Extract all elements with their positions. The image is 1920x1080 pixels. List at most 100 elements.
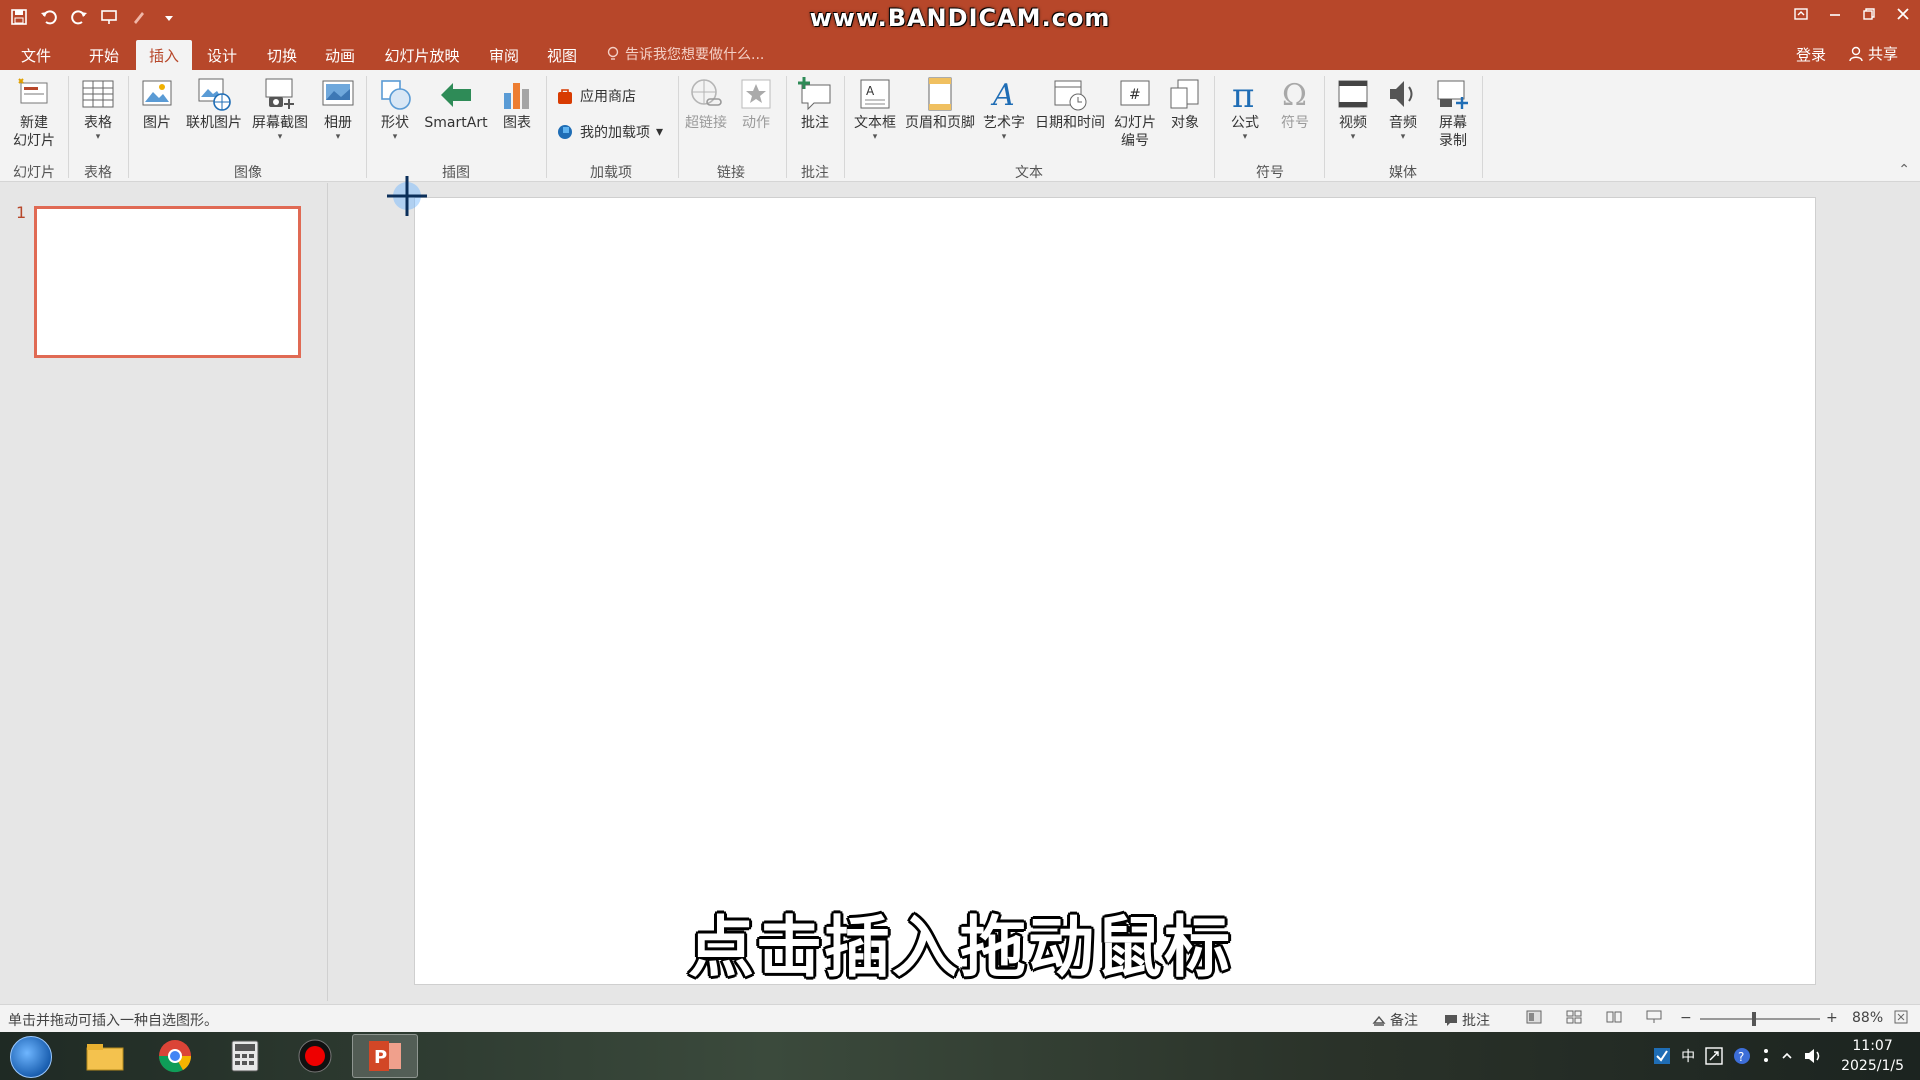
- screen-recording-button[interactable]: 屏幕 录制: [1432, 74, 1474, 150]
- explorer-icon[interactable]: [72, 1034, 138, 1078]
- screen-rec-label-2: 录制: [1439, 133, 1467, 149]
- zoom-slider-thumb[interactable]: [1752, 1012, 1757, 1026]
- new-slide-label-1: 新建: [20, 115, 48, 131]
- comments-label: 批注: [1462, 1013, 1490, 1029]
- help-icon[interactable]: ?: [1733, 1047, 1751, 1065]
- photo-album-icon: [318, 74, 358, 114]
- reading-view-icon[interactable]: [1606, 1010, 1622, 1024]
- store-button[interactable]: 应用商店: [556, 86, 636, 106]
- header-footer-button[interactable]: 页眉和页脚: [902, 74, 978, 132]
- zoom-in-button[interactable]: +: [1826, 1010, 1838, 1026]
- smartart-button[interactable]: SmartArt: [420, 74, 492, 132]
- start-button[interactable]: [10, 1036, 52, 1078]
- my-addins-label: 我的加载项: [580, 125, 650, 141]
- album-button[interactable]: 相册 ▾: [316, 74, 360, 142]
- slideshow-view-icon[interactable]: [1646, 1010, 1662, 1024]
- slide-sorter-icon[interactable]: [1566, 1010, 1582, 1024]
- dropdown-arrow-icon: ▾: [335, 132, 341, 142]
- dropdown-arrow-icon: ▾: [95, 132, 101, 142]
- divider: [844, 76, 845, 178]
- comments-button[interactable]: 批注: [1444, 1010, 1490, 1030]
- header-footer-icon: [920, 74, 960, 114]
- notes-button[interactable]: 备注: [1372, 1010, 1418, 1030]
- tab-file[interactable]: 文件: [14, 40, 58, 70]
- checkbox-tray-icon[interactable]: [1653, 1047, 1671, 1065]
- tab-design[interactable]: 设计: [200, 40, 244, 70]
- ribbon-display-icon[interactable]: [1784, 0, 1818, 28]
- action-button[interactable]: 动作: [734, 74, 778, 132]
- dropdown-arrow-icon: ▾: [1350, 132, 1356, 142]
- volume-icon[interactable]: [1803, 1047, 1823, 1065]
- notes-label: 备注: [1390, 1013, 1418, 1029]
- zoom-out-button[interactable]: −: [1680, 1010, 1692, 1026]
- zoom-slider[interactable]: [1700, 1012, 1820, 1026]
- textbox-button[interactable]: A 文本框 ▾: [850, 74, 900, 142]
- slide-canvas[interactable]: [414, 197, 1816, 985]
- person-icon: [1849, 46, 1863, 61]
- wordart-button[interactable]: A 艺术字 ▾: [980, 74, 1028, 142]
- tab-home[interactable]: 开始: [82, 40, 126, 70]
- normal-view-icon[interactable]: [1526, 1010, 1542, 1024]
- restore-icon[interactable]: [1852, 0, 1886, 28]
- screenshot-label: 屏幕截图: [252, 115, 308, 131]
- new-slide-button[interactable]: 新建 幻灯片: [6, 74, 62, 150]
- tell-me-box[interactable]: 告诉我您想要做什么...: [606, 44, 764, 64]
- svg-text:?: ?: [1738, 1050, 1744, 1064]
- close-icon[interactable]: [1886, 0, 1920, 28]
- new-slide-icon: [14, 74, 54, 114]
- screenshot-button[interactable]: 屏幕截图 ▾: [248, 74, 312, 142]
- minimize-icon[interactable]: [1818, 0, 1852, 28]
- divider: [366, 76, 367, 178]
- share-button[interactable]: 共享: [1848, 43, 1898, 64]
- calculator-icon[interactable]: [212, 1034, 278, 1078]
- calendar-icon: [1050, 74, 1090, 114]
- fit-to-window-icon[interactable]: [1894, 1010, 1908, 1024]
- slide-thumbnail[interactable]: [34, 206, 301, 358]
- tab-animations[interactable]: 动画: [318, 40, 362, 70]
- svg-text:A: A: [866, 84, 875, 98]
- powerpoint-icon[interactable]: P: [352, 1034, 418, 1078]
- slide-number-button[interactable]: # 幻灯片 编号: [1112, 74, 1158, 150]
- clock[interactable]: 11:07 2025/1/5: [1833, 1036, 1912, 1076]
- lightbulb-icon: [607, 46, 619, 60]
- tab-transitions[interactable]: 切换: [260, 40, 304, 70]
- my-addins-button[interactable]: 我的加载项 ▾: [556, 122, 663, 142]
- collapse-ribbon-icon[interactable]: ⌃: [1898, 162, 1910, 178]
- online-pictures-button[interactable]: 联机图片: [182, 74, 246, 132]
- equation-button[interactable]: π 公式 ▾: [1222, 74, 1268, 142]
- hyperlink-button[interactable]: 超链接: [684, 74, 728, 132]
- group-label-media: 媒体: [1389, 165, 1417, 181]
- zoom-level[interactable]: 88%: [1852, 1010, 1883, 1026]
- object-button[interactable]: 对象: [1162, 74, 1208, 132]
- slide-number-label-1: 幻灯片: [1114, 115, 1156, 131]
- record-icon[interactable]: [282, 1034, 348, 1078]
- comment-button[interactable]: 批注: [794, 74, 836, 132]
- ime-settings-icon[interactable]: [1761, 1047, 1771, 1065]
- video-button[interactable]: 视频 ▾: [1332, 74, 1374, 142]
- shapes-button[interactable]: 形状 ▾: [374, 74, 416, 142]
- omega-icon: Ω: [1275, 74, 1315, 114]
- chart-button[interactable]: 图表: [496, 74, 538, 132]
- table-button[interactable]: 表格 ▾: [76, 74, 120, 142]
- tab-slideshow[interactable]: 幻灯片放映: [380, 40, 464, 70]
- symbol-button[interactable]: Ω 符号: [1272, 74, 1318, 132]
- tab-review[interactable]: 审阅: [482, 40, 526, 70]
- divider: [546, 76, 547, 178]
- audio-button[interactable]: 音频 ▾: [1382, 74, 1424, 142]
- date-time-button[interactable]: 日期和时间: [1030, 74, 1110, 132]
- chevron-up-icon[interactable]: [1781, 1050, 1793, 1062]
- symbol-label: 符号: [1281, 115, 1309, 131]
- chrome-icon[interactable]: [142, 1034, 208, 1078]
- textbox-icon: A: [855, 74, 895, 114]
- store-icon: [558, 89, 572, 104]
- table-label: 表格: [84, 115, 112, 131]
- login-link[interactable]: 登录: [1796, 44, 1826, 65]
- screen-rec-label-1: 屏幕: [1439, 115, 1467, 131]
- tab-view[interactable]: 视图: [540, 40, 584, 70]
- svg-text:#: #: [1129, 87, 1141, 103]
- tab-insert[interactable]: 插入: [136, 40, 192, 70]
- picture-icon: [137, 74, 177, 114]
- pictures-button[interactable]: 图片: [136, 74, 178, 132]
- ime-mode-icon[interactable]: [1705, 1047, 1723, 1065]
- ime-indicator[interactable]: 中: [1681, 1046, 1695, 1066]
